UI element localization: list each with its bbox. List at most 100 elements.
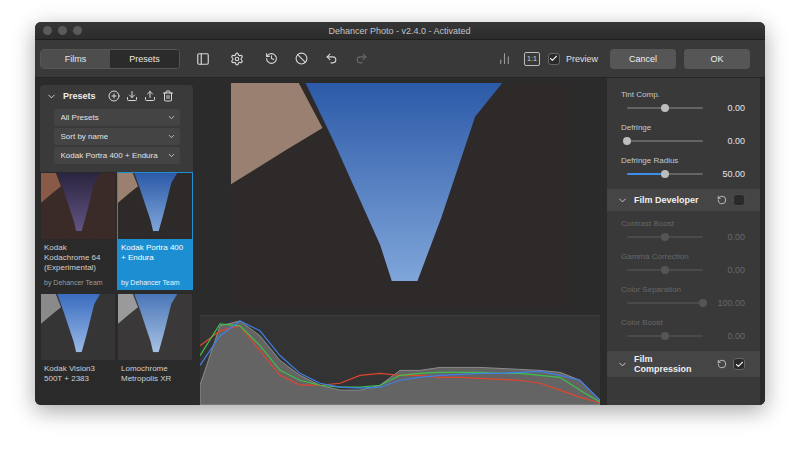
slider-track — [627, 335, 703, 337]
presets-header: Presets — [40, 85, 193, 107]
preset-card[interactable]: Lomochrome Metropolis XR — [117, 293, 193, 405]
preset-card[interactable]: Kodak Portra 400 + Enduraby Dehancer Tea… — [117, 172, 193, 290]
mode-tab[interactable]: Films — [41, 50, 110, 68]
slider-label: Color Separation — [621, 285, 745, 294]
preset-card[interactable]: Kodak Vision3 500T + 2383 — [40, 293, 116, 405]
desktop: Dehancer Photo - v2.4.0 - Activated Films… — [0, 0, 800, 451]
preset-thumbnail — [41, 173, 115, 239]
chevron-icon — [167, 113, 176, 122]
settings-button[interactable] — [226, 48, 248, 70]
dialog-button[interactable]: Cancel — [610, 49, 676, 69]
ban-icon — [295, 52, 308, 65]
trash-icon[interactable] — [162, 90, 174, 102]
slider-control: 50.00 — [621, 167, 745, 181]
slider-knob — [661, 233, 669, 241]
slider-knob[interactable] — [661, 104, 669, 112]
reset-icon[interactable] — [717, 359, 727, 369]
workspace: Presets All Presets Sort by name Kodak Port… — [35, 78, 765, 405]
slider-track[interactable] — [627, 140, 703, 142]
mode-tab[interactable]: Presets — [110, 50, 179, 68]
gear-icon — [230, 52, 244, 66]
section-header[interactable]: Film Compression — [607, 351, 760, 377]
title-bar: Dehancer Photo - v2.4.0 - Activated — [35, 22, 765, 40]
preset-name: Kodak Kodachrome 64 (Experimental) — [44, 243, 112, 273]
preset-card[interactable]: Kodak Kodachrome 64 (Experimental)by Deh… — [40, 172, 116, 290]
histogram-chart — [200, 316, 600, 405]
redo-icon — [355, 52, 368, 65]
slider-track — [627, 236, 703, 238]
presets-title: Presets — [63, 91, 96, 101]
check-icon — [549, 54, 558, 63]
slider-row: Defringe0.00 — [607, 123, 760, 156]
chevron-icon[interactable] — [46, 91, 57, 102]
preview-checkbox[interactable] — [548, 53, 560, 65]
preset-caption: Kodak Portra 400 + Enduraby Dehancer Tea… — [118, 239, 192, 289]
slider-value[interactable]: 0.00 — [709, 103, 745, 113]
adjustments-panel: Tint Comp.0.00Defringe0.00Defringe Radiu… — [607, 78, 765, 405]
slider-fill — [627, 173, 665, 175]
filter-dropdown[interactable]: Sort by name — [54, 128, 180, 145]
slider-knob[interactable] — [661, 170, 669, 178]
section-checkbox[interactable] — [733, 358, 745, 370]
slider-value[interactable]: 50.00 — [709, 169, 745, 179]
filter-dropdown[interactable]: Kodak Portra 400 + Endura — [54, 147, 180, 164]
slider-track[interactable] — [627, 107, 703, 109]
histogram-line — [200, 321, 600, 400]
redo-button[interactable] — [350, 48, 372, 70]
undo-button[interactable] — [320, 48, 342, 70]
close-button[interactable] — [43, 26, 52, 35]
section-checkbox[interactable] — [733, 194, 745, 206]
preview-label: Preview — [566, 54, 598, 64]
preset-caption: Kodak Kodachrome 64 (Experimental)by Deh… — [41, 239, 115, 289]
slider-track — [627, 302, 703, 304]
slider-label: Color Boost — [621, 318, 745, 327]
slider-track[interactable] — [627, 173, 703, 175]
reset-icon[interactable] — [717, 195, 727, 205]
zoom-button[interactable] — [73, 26, 82, 35]
slider-value: 0.00 — [709, 331, 745, 341]
section-header[interactable]: Film Developer — [607, 189, 760, 211]
slider-value[interactable]: 0.00 — [709, 136, 745, 146]
slider-control: 0.00 — [621, 263, 745, 277]
slider-track — [627, 269, 703, 271]
slider-value: 0.00 — [709, 232, 745, 242]
slider-value: 100.00 — [709, 298, 745, 308]
section-title: Film Compression — [634, 354, 711, 374]
chevron-icon[interactable] — [617, 195, 628, 206]
filter-dropdown[interactable]: All Presets — [54, 109, 180, 126]
slider-label: Contrast Boost — [621, 219, 745, 228]
histogram-toggle[interactable] — [494, 48, 516, 70]
histogram — [200, 315, 600, 405]
sidebar-toggle[interactable] — [192, 48, 214, 70]
history-button[interactable] — [260, 48, 282, 70]
slider-label: Tint Comp. — [621, 90, 745, 99]
histogram-area — [200, 321, 600, 405]
preset-name: Kodak Vision3 500T + 2383 — [44, 364, 112, 384]
slider-row: Color Separation 100.00 — [607, 285, 760, 318]
preset-caption: Kodak Vision3 500T + 2383 — [41, 360, 115, 405]
preview-toggle[interactable]: Preview — [548, 53, 598, 65]
check-icon — [735, 360, 744, 369]
slider-knob[interactable] — [623, 137, 631, 145]
reset-button[interactable] — [290, 48, 312, 70]
dialog-button[interactable]: OK — [684, 49, 750, 69]
histogram-line — [200, 326, 600, 403]
window-controls — [43, 26, 82, 35]
minimize-button[interactable] — [58, 26, 67, 35]
mode-tabs: FilmsPresets — [40, 49, 180, 69]
slider-control: 0.00 — [621, 230, 745, 244]
import-icon[interactable] — [126, 90, 138, 102]
undo-icon — [325, 52, 338, 65]
slider-value: 0.00 — [709, 265, 745, 275]
presets-sidebar: Presets All Presets Sort by name Kodak Port… — [35, 78, 193, 405]
slider-row: Defringe Radius50.00 — [607, 156, 760, 189]
chevron-icon — [167, 151, 176, 160]
toolbar: FilmsPresets 1:1 Preview Cancel OK — [35, 40, 765, 78]
section-title: Film Developer — [634, 195, 711, 205]
slider-control: 100.00 — [621, 296, 745, 310]
chevron-icon[interactable] — [617, 359, 628, 370]
zoom-button[interactable]: 1:1 — [524, 52, 540, 66]
window-title: Dehancer Photo - v2.4.0 - Activated — [82, 26, 757, 36]
export-icon[interactable] — [144, 90, 156, 102]
add-icon[interactable] — [108, 90, 120, 102]
